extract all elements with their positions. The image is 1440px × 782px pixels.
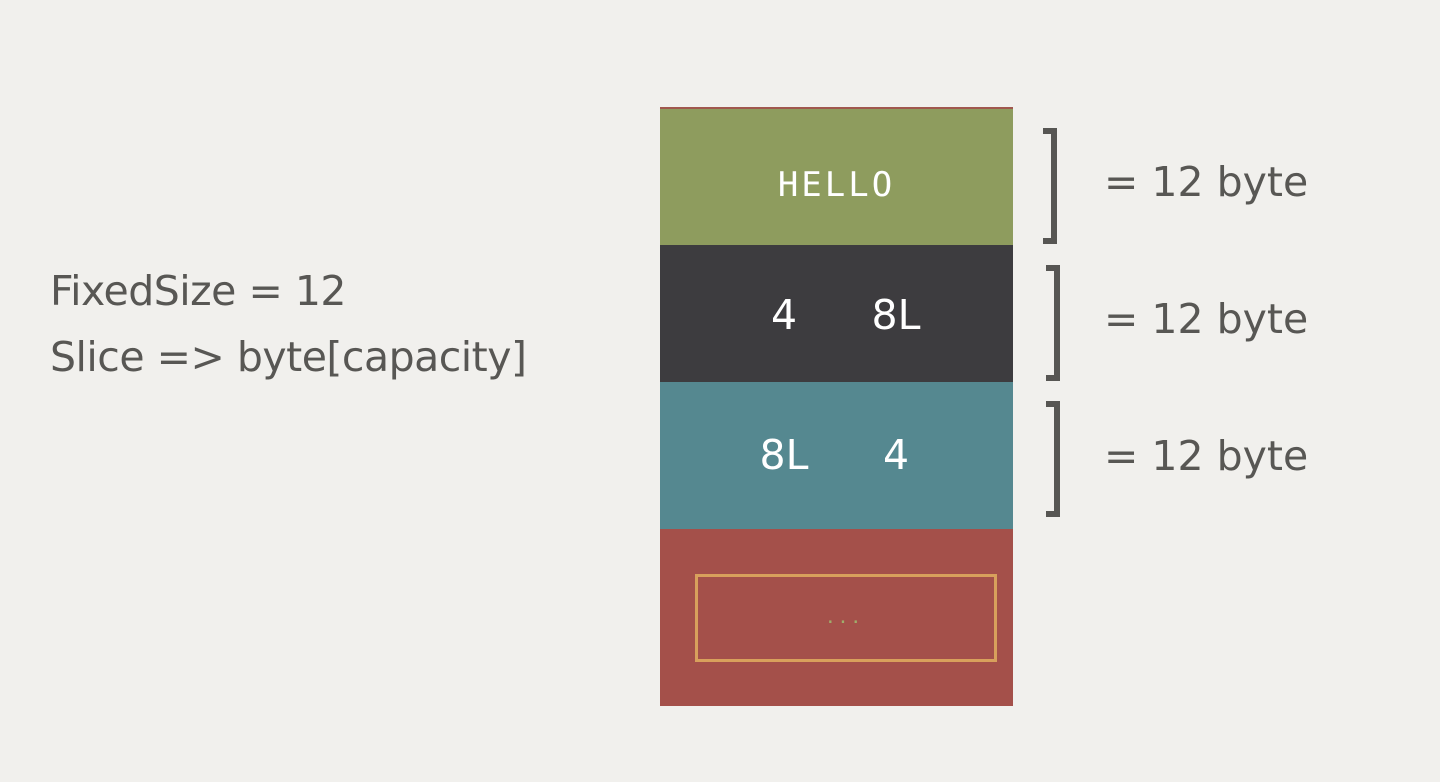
slice-inner-box: ... <box>695 574 997 662</box>
teal-right-value: 4 <box>882 431 910 479</box>
size-label-1: = 12 byte <box>1104 158 1309 206</box>
long-int-block: 8L 4 <box>660 382 1013 529</box>
hello-block: HELLO <box>660 107 1013 245</box>
memory-stack: HELLO 4 8L 8L 4 ... <box>660 107 1013 706</box>
bracket-2 <box>1046 265 1060 381</box>
hello-label: HELLO <box>777 165 896 205</box>
dark-right-value: 8L <box>871 291 921 339</box>
int-long-block: 4 8L <box>660 245 1013 382</box>
bracket-3 <box>1046 401 1060 517</box>
size-label-2: = 12 byte <box>1104 295 1309 343</box>
bracket-1 <box>1043 128 1057 244</box>
teal-left-value: 8L <box>759 431 809 479</box>
slice-block: ... <box>660 529 1013 706</box>
ellipsis: ... <box>826 602 865 629</box>
size-label-3: = 12 byte <box>1104 432 1309 480</box>
dark-left-value: 4 <box>770 291 798 339</box>
description-text: FixedSize = 12 Slice => byte[capacity] <box>50 258 527 390</box>
fixed-size-line: FixedSize = 12 <box>50 267 346 315</box>
slice-line: Slice => byte[capacity] <box>50 333 527 381</box>
